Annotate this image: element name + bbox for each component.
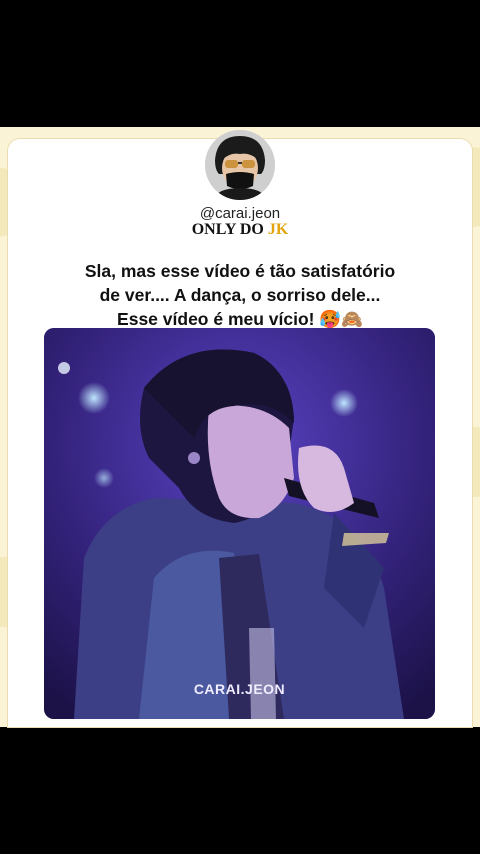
- video-player[interactable]: CARAI.JEON: [44, 328, 435, 719]
- post-text-line: Sla, mas esse vídeo é tão satisfatório: [84, 261, 396, 281]
- tagline-prefix: ONLY DO: [191, 221, 268, 238]
- tagline-highlight: JK: [267, 221, 289, 238]
- avatar[interactable]: [205, 130, 275, 200]
- post-text: Sla, mas esse vídeo é tão satisfatório d…: [40, 259, 440, 331]
- username-handle[interactable]: @carai.jeon: [0, 205, 480, 222]
- profile-tagline: ONLY DO JK: [0, 221, 480, 239]
- avatar-image: [205, 130, 275, 200]
- video-frame: [44, 328, 435, 719]
- post-text-line: de ver.... A dança, o sorriso dele...: [99, 285, 381, 305]
- video-watermark: CARAI.JEON: [193, 681, 286, 697]
